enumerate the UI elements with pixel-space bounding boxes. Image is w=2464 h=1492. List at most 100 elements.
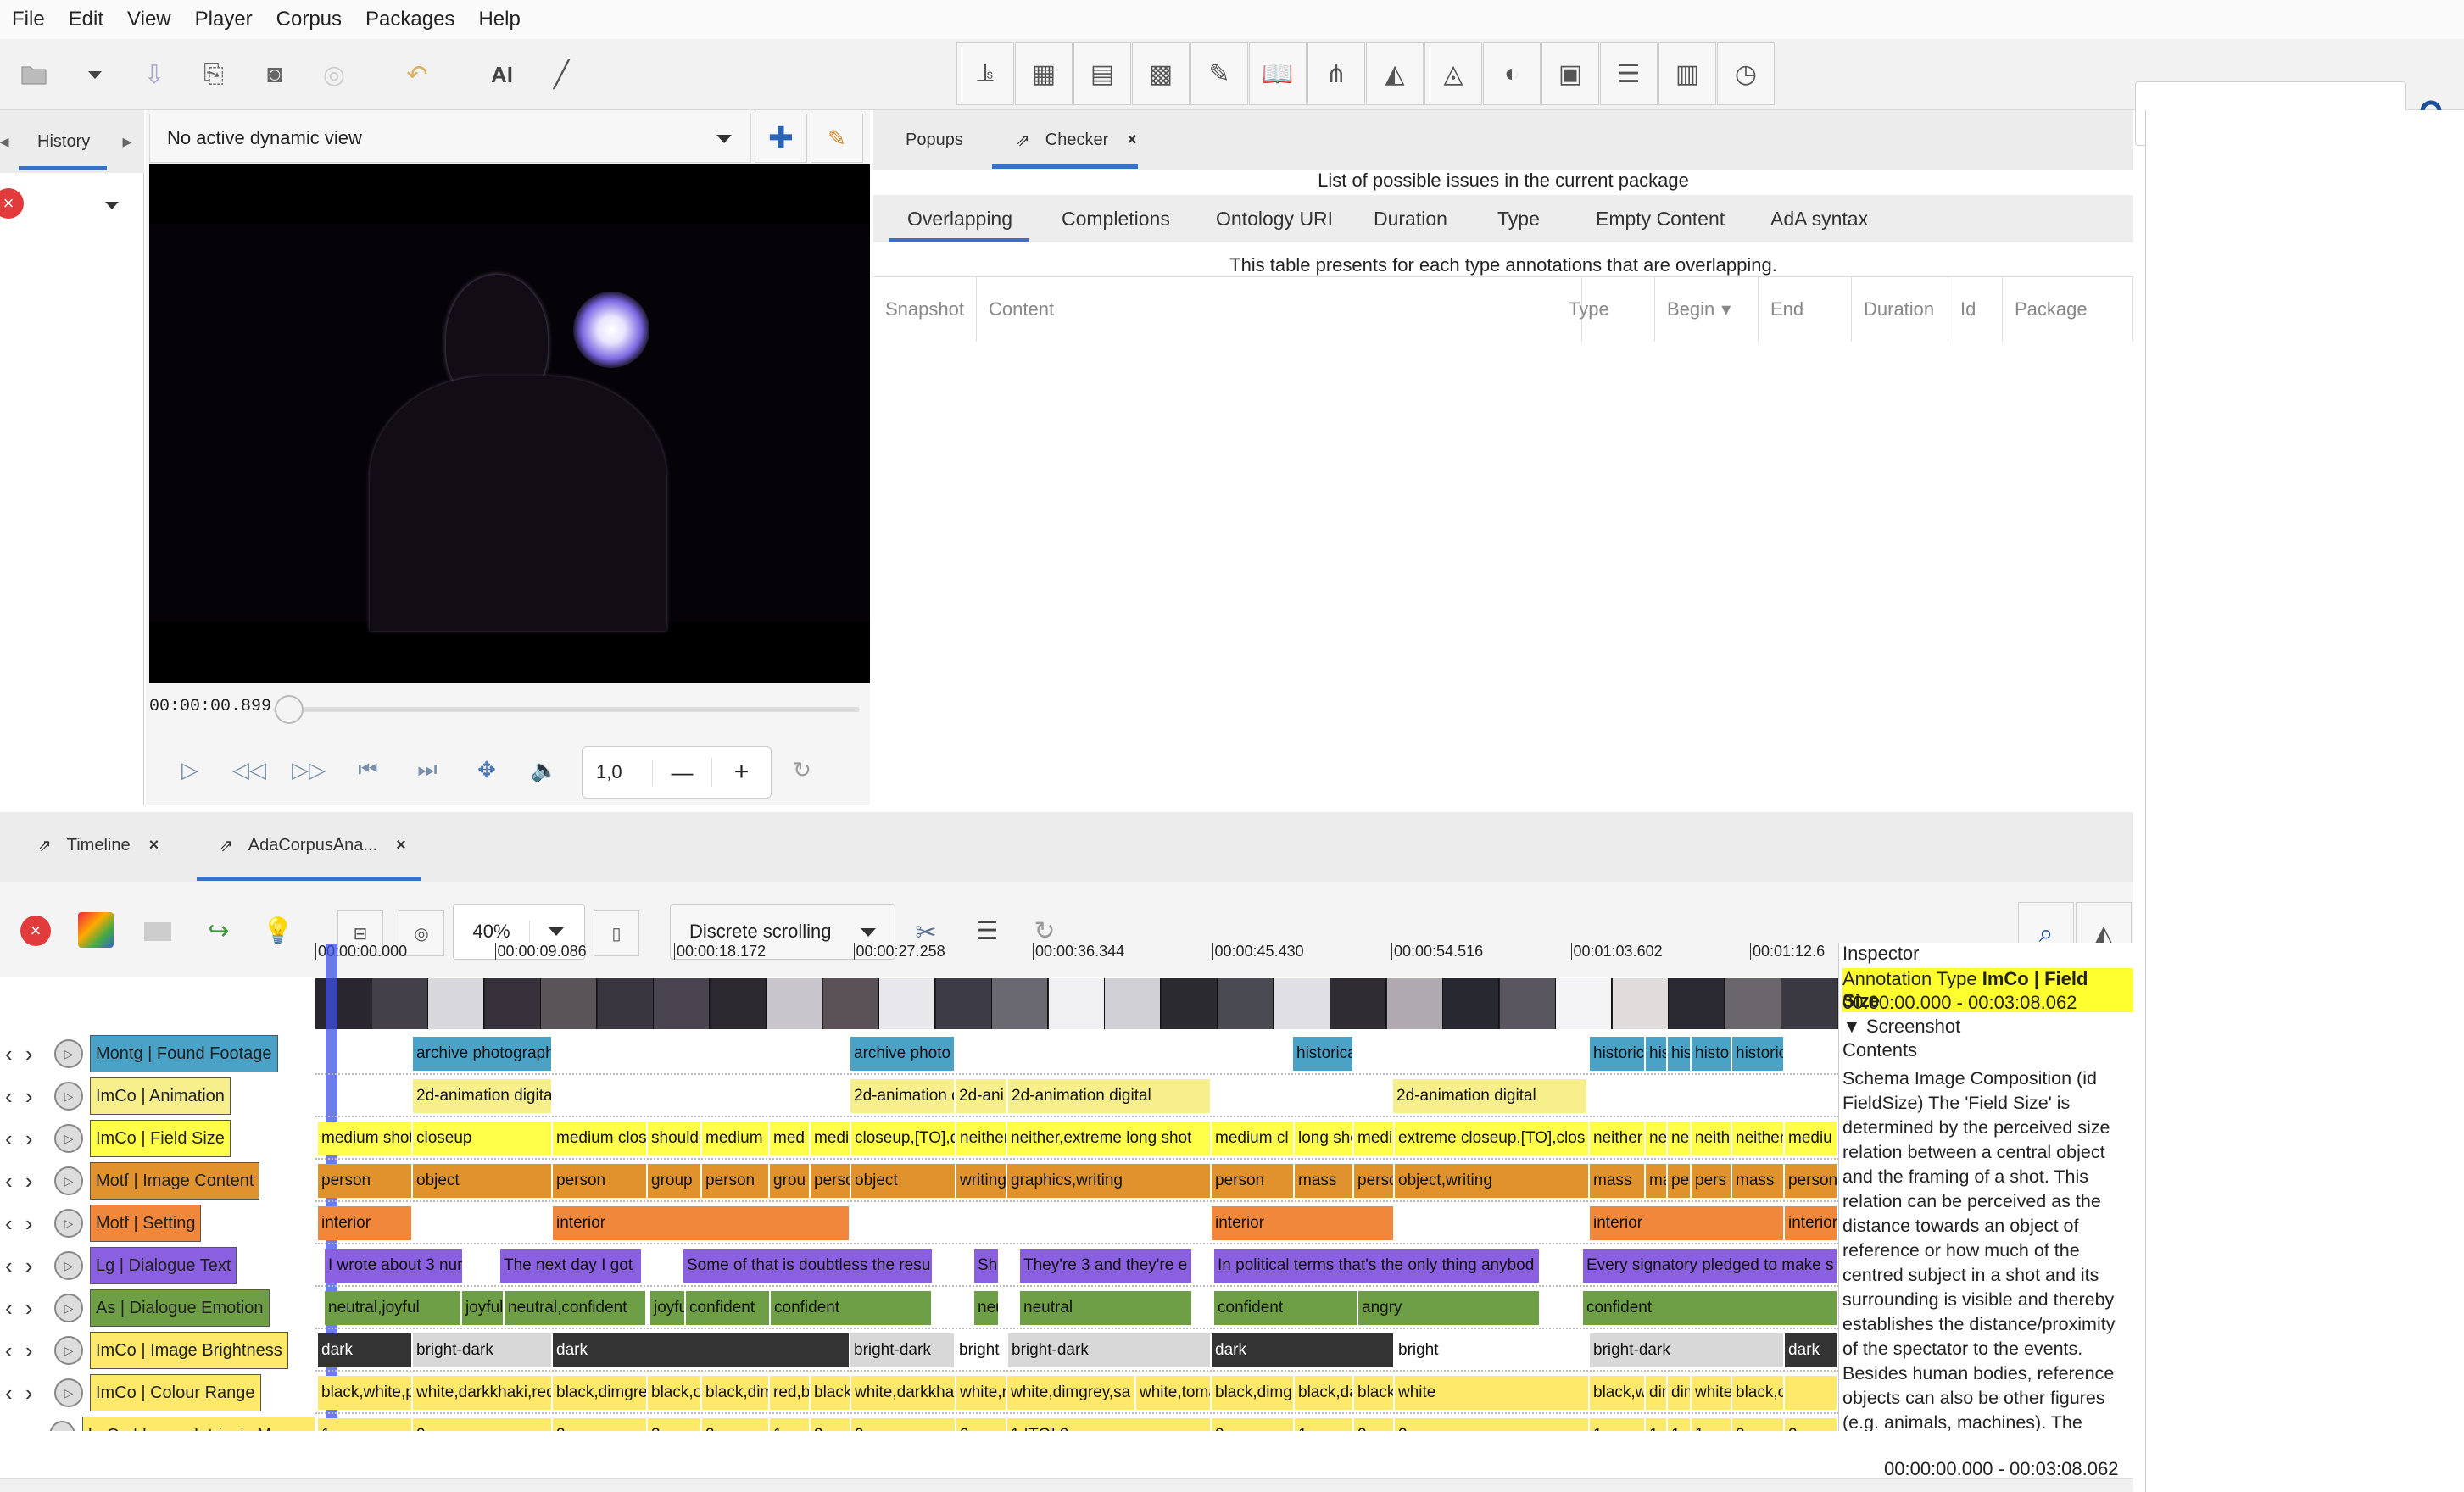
close-icon[interactable]: × — [396, 836, 406, 855]
annotation[interactable]: bright-dark — [850, 1333, 956, 1367]
annotation[interactable]: neith — [1692, 1122, 1732, 1155]
menu-corpus[interactable]: Corpus — [276, 8, 342, 31]
annotation[interactable]: interior — [1590, 1206, 1785, 1240]
annotation[interactable]: The next day I got — [500, 1249, 643, 1283]
dropdown-arrow-icon[interactable] — [95, 195, 129, 215]
annotation[interactable]: pers — [1692, 1164, 1732, 1198]
annotation[interactable]: 2 — [1785, 1418, 1838, 1431]
seek-slider[interactable] — [273, 707, 860, 712]
annotation[interactable]: long sho — [1295, 1122, 1354, 1155]
annotation[interactable]: 2 — [811, 1418, 851, 1431]
annotation[interactable]: histo — [1692, 1037, 1732, 1071]
annotation[interactable]: bright — [1395, 1333, 1590, 1367]
track-name[interactable]: ImCo | Animation — [90, 1077, 231, 1115]
compare-icon[interactable]: ◐ — [1483, 42, 1541, 105]
track-play-icon[interactable]: ▷ — [54, 1209, 83, 1238]
annotation[interactable]: historic — [1590, 1037, 1646, 1071]
export-icon[interactable]: ⎘ — [195, 51, 232, 98]
track-nav-arrows-icon[interactable]: ‹ › — [0, 1083, 54, 1110]
annotation[interactable]: confident — [1583, 1291, 1838, 1325]
annotation[interactable]: 2d-animation digital — [1008, 1079, 1212, 1113]
annotation[interactable]: Some of that is doubtless the resu — [683, 1249, 934, 1283]
track-name[interactable]: Motf | Setting — [90, 1205, 202, 1242]
annotation[interactable]: white,toma — [1136, 1376, 1212, 1410]
annotation[interactable]: neither — [1590, 1122, 1646, 1155]
table-view-icon[interactable]: ▦ — [1015, 42, 1073, 105]
menu-edit[interactable]: Edit — [69, 8, 103, 31]
track-play-icon[interactable]: ▷ — [54, 1124, 83, 1153]
annotation[interactable]: med — [770, 1122, 811, 1155]
column-header-package[interactable]: Package — [2003, 277, 2133, 342]
thumbnail[interactable] — [1161, 978, 1218, 1029]
annotation[interactable]: I wrote about 3 nur — [325, 1249, 464, 1283]
annotation[interactable]: black,da — [1295, 1376, 1354, 1410]
annotation[interactable]: closeup — [413, 1122, 553, 1155]
annotation[interactable]: 1 — [770, 1418, 811, 1431]
rate-plus-button[interactable]: + — [711, 758, 771, 787]
thumbnail[interactable] — [315, 978, 371, 1029]
track-play-icon[interactable]: ▷ — [54, 1378, 83, 1407]
clock-icon[interactable]: ◷ — [1717, 42, 1775, 105]
annotation[interactable]: 1 — [318, 1418, 413, 1431]
annotation[interactable]: black — [811, 1376, 851, 1410]
detach-icon[interactable]: ⇗ — [1016, 130, 1030, 151]
rate-value[interactable]: 1,0 — [583, 761, 652, 783]
annotation[interactable]: angry — [1358, 1291, 1541, 1325]
text-ai-icon[interactable]: AI — [483, 51, 521, 98]
annotation[interactable]: ma — [1646, 1164, 1668, 1198]
track-nav-arrows-icon[interactable]: ‹ › — [0, 1422, 49, 1432]
annotation[interactable]: bright-dark — [413, 1333, 553, 1367]
annotation[interactable]: mass — [1295, 1164, 1354, 1198]
column-header-end[interactable]: End — [1759, 277, 1852, 342]
track-name[interactable]: Montg | Found Footage — [90, 1035, 278, 1072]
annotation[interactable]: white,r — [956, 1376, 1007, 1410]
annotation[interactable]: hist — [1668, 1037, 1692, 1071]
annotation[interactable]: red,b — [770, 1376, 811, 1410]
column-header-content[interactable]: Content — [977, 277, 1582, 342]
annotation[interactable]: object — [413, 1164, 553, 1198]
annotation[interactable]: historica — [1293, 1037, 1354, 1071]
track-name[interactable]: As | Dialogue Emotion — [90, 1289, 270, 1327]
annotation[interactable]: bright-dark — [1008, 1333, 1212, 1367]
tree-icon[interactable]: ⋔ — [1307, 42, 1365, 105]
tab-history[interactable]: History — [37, 129, 90, 154]
annotation[interactable]: dim — [1646, 1376, 1668, 1410]
annotation[interactable]: person — [553, 1164, 648, 1198]
column-header-duration[interactable]: Duration — [1852, 277, 1948, 342]
track-name[interactable]: ImCo | Image Brightness — [90, 1332, 288, 1369]
track-play-icon[interactable]: ▷ — [54, 1336, 83, 1365]
annotation[interactable]: shoulde — [648, 1122, 702, 1155]
menu-file[interactable]: File — [12, 8, 45, 31]
annotation[interactable]: grou — [770, 1164, 811, 1198]
thumbnail[interactable] — [541, 978, 597, 1029]
thumbnail[interactable] — [710, 978, 767, 1029]
subtab-duration[interactable]: Duration — [1374, 195, 1447, 242]
dynamic-view-select[interactable]: No active dynamic view — [149, 114, 751, 163]
subtab-empty-content[interactable]: Empty Content — [1596, 195, 1725, 242]
annotation[interactable]: black,dimg — [1212, 1376, 1295, 1410]
annotation[interactable]: 1 — [1668, 1418, 1692, 1431]
package-icon[interactable]: ▥ — [1658, 42, 1716, 105]
rate-stepper[interactable]: 1,0 — + — [582, 746, 772, 799]
adhoc-icon[interactable]: ◬ — [1424, 42, 1482, 105]
thumbnail[interactable] — [1725, 978, 1781, 1029]
camera-icon[interactable]: ◙ — [256, 51, 293, 98]
annotation[interactable]: 2 — [1395, 1418, 1590, 1431]
image-icon[interactable]: ▣ — [1541, 42, 1599, 105]
annotation[interactable]: Every signatory pledged to make s — [1583, 1249, 1838, 1283]
edit-table-icon[interactable]: ▤ — [1073, 42, 1131, 105]
annotation[interactable]: interior — [318, 1206, 413, 1240]
annotation[interactable]: black,o — [648, 1376, 702, 1410]
annotation[interactable]: medi — [1354, 1122, 1395, 1155]
annotation[interactable]: writing — [956, 1164, 1007, 1198]
subtab-ada-syntax[interactable]: AdA syntax — [1770, 195, 1868, 242]
annotation[interactable]: medium — [702, 1122, 770, 1155]
thumbnail[interactable] — [1105, 978, 1161, 1029]
annotation[interactable]: object,writing — [1395, 1164, 1590, 1198]
note-icon[interactable]: ✎ — [1190, 42, 1248, 105]
annotation[interactable]: confident — [686, 1291, 771, 1325]
tab-checker[interactable]: ⇗ Checker × — [1016, 127, 1137, 153]
annotation[interactable]: his — [1646, 1037, 1668, 1071]
track-play-icon[interactable]: ▷ — [54, 1082, 83, 1111]
menu-view[interactable]: View — [127, 8, 171, 31]
